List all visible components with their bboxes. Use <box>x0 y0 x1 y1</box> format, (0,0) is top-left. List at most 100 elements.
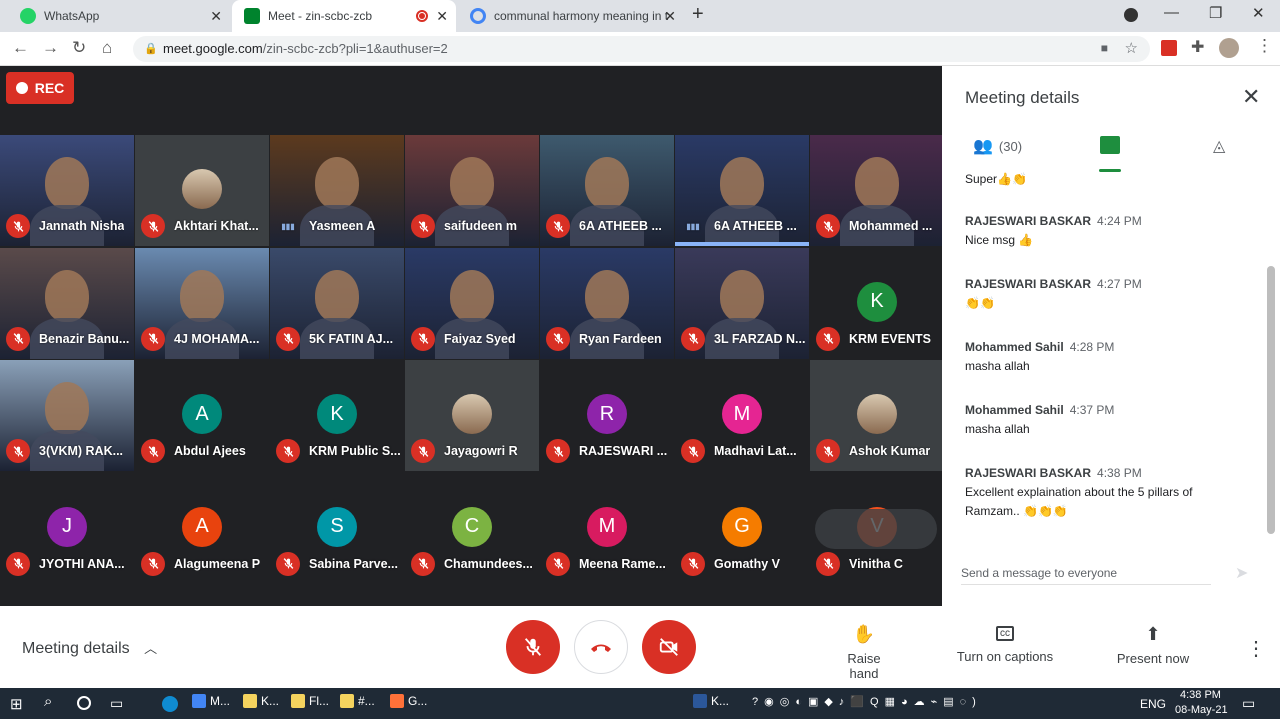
back-icon[interactable]: ← <box>12 38 29 58</box>
taskbar-app[interactable]: #... <box>340 694 375 708</box>
captions-button[interactable]: cc Turn on captions <box>955 624 1055 664</box>
send-icon[interactable]: ➤ <box>1235 563 1248 583</box>
cortana-icon[interactable] <box>77 696 91 710</box>
participant-tile[interactable]: J JYOTHI ANA... <box>0 472 134 584</box>
participant-name: JYOTHI ANA... <box>39 556 125 571</box>
close-tab-icon[interactable]: ✕ <box>436 8 448 25</box>
participant-name-row: ▮▮▮ 6A ATHEEB ... <box>681 214 805 238</box>
message-time: 4:38 PM <box>1097 466 1142 480</box>
chat-scrollbar[interactable] <box>1267 266 1275 534</box>
forward-icon[interactable]: → <box>42 38 59 58</box>
profile-avatar[interactable] <box>1219 38 1239 58</box>
extensions-icon[interactable]: ✚ <box>1191 37 1204 57</box>
more-options-icon[interactable]: ⋮ <box>1246 636 1266 661</box>
close-tab-icon[interactable]: ✕ <box>664 8 676 25</box>
participant-tile[interactable]: saifudeen m <box>405 135 539 246</box>
tab-whatsapp[interactable]: WhatsApp ✕ <box>8 0 230 32</box>
tab-chat[interactable] <box>1100 136 1120 154</box>
message-text: Nice msg 👍 <box>965 233 1034 247</box>
task-view-icon[interactable]: ▭ <box>110 695 123 712</box>
video-feed <box>45 157 89 209</box>
message-header: RAJESWARI BASKAR 4:27 PM <box>965 275 1245 294</box>
tab-activities[interactable]: ◬ <box>1213 136 1225 156</box>
muted-mic-icon <box>816 214 840 238</box>
participant-name: Chamundees... <box>444 556 533 571</box>
participant-tile[interactable]: Jannath Nisha <box>0 135 134 246</box>
pdf-extension-icon[interactable] <box>1161 40 1177 56</box>
raise-hand-label: Raise hand <box>847 651 881 681</box>
participant-tile[interactable]: Ashok Kumar <box>810 360 944 471</box>
present-button[interactable]: ⬆ Present now <box>1116 624 1190 666</box>
participant-tile[interactable]: 5K FATIN AJ... <box>270 247 404 359</box>
clock-time[interactable]: 4:38 PM <box>1180 689 1221 701</box>
taskbar-app[interactable]: K... <box>693 694 729 708</box>
rec-label: REC <box>34 80 65 96</box>
participant-tile[interactable]: ▮▮▮ Yasmeen A <box>270 135 404 246</box>
profile-menu-icon[interactable] <box>1124 8 1138 22</box>
message-text: Excellent explaination about the 5 pilla… <box>965 485 1193 518</box>
tab-google-search[interactable]: communal harmony meaning in t ✕ <box>458 0 684 32</box>
muted-mic-icon <box>816 551 840 576</box>
chat-input[interactable]: Send a message to everyone <box>961 566 1211 585</box>
participant-tile[interactable]: K KRM EVENTS <box>810 247 944 359</box>
participant-tile[interactable]: A Alagumeena P <box>135 472 269 584</box>
participant-tile[interactable]: G Gomathy V <box>675 472 809 584</box>
language-indicator[interactable]: ENG <box>1140 697 1166 711</box>
participant-tile[interactable]: M Meena Rame... <box>540 472 674 584</box>
participant-tile[interactable]: A Abdul Ajees <box>135 360 269 471</box>
camera-toggle-button[interactable] <box>642 620 696 674</box>
participant-tile[interactable]: Jayagowri R <box>405 360 539 471</box>
speaking-icon: ▮▮▮ <box>686 221 700 231</box>
participant-name-row: Ashok Kumar <box>816 439 940 463</box>
tab-meet[interactable]: Meet - zin-scbc-zcb ✕ <box>232 0 456 32</box>
participant-tile[interactable]: K KRM Public S... <box>270 360 404 471</box>
taskbar-app[interactable]: M... <box>192 694 230 708</box>
bookmark-star-icon[interactable]: ☆ <box>1125 39 1138 57</box>
participant-tile[interactable]: C Chamundees... <box>405 472 539 584</box>
close-tab-icon[interactable]: ✕ <box>210 8 222 25</box>
participant-tile[interactable]: Faiyaz Syed <box>405 247 539 359</box>
taskbar-app[interactable]: K... <box>243 694 279 708</box>
reload-icon[interactable]: ↻ <box>72 38 86 58</box>
tab-people[interactable]: 👥 (30) <box>973 136 1022 156</box>
participant-tile[interactable]: 4J MOHAMA... <box>135 247 269 359</box>
system-tray-icons[interactable]: ?◉◎◐▣◆♪⬛Q▦◕☁⌁▤◌) <box>752 695 982 708</box>
raise-hand-button[interactable]: ✋ Raise hand <box>832 624 896 681</box>
participant-tile[interactable]: ▮▮▮ 6A ATHEEB ... <box>675 135 809 246</box>
close-panel-icon[interactable]: ✕ <box>1242 84 1260 110</box>
maximize-icon[interactable]: ❐ <box>1209 4 1222 22</box>
participant-tile[interactable]: 6A ATHEEB ... <box>540 135 674 246</box>
participant-tile[interactable]: Benazir Banu... <box>0 247 134 359</box>
notification-icon[interactable]: ▭ <box>1242 695 1255 712</box>
leave-call-button[interactable] <box>574 620 628 674</box>
browser-menu-icon[interactable]: ⋮ <box>1256 36 1273 56</box>
participant-name: Meena Rame... <box>579 556 666 571</box>
windows-start-icon[interactable]: ⊞ <box>10 695 23 713</box>
close-window-icon[interactable]: ✕ <box>1252 4 1265 22</box>
minimize-icon[interactable]: — <box>1164 4 1179 21</box>
taskbar-app[interactable]: G... <box>390 694 427 708</box>
mic-toggle-button[interactable] <box>506 620 560 674</box>
url-field[interactable]: 🔒 meet.google.com/zin-scbc-zcb?pli=1&aut… <box>133 36 1150 62</box>
participant-tile[interactable]: Mohammed ... <box>810 135 944 246</box>
participant-name: Gomathy V <box>714 556 780 571</box>
muted-mic-icon <box>141 551 165 576</box>
edge-icon[interactable] <box>162 696 178 712</box>
participant-tile[interactable]: 3(VKM) RAK... <box>0 360 134 471</box>
participant-tile[interactable]: 3L FARZAD N... <box>675 247 809 359</box>
participant-tile[interactable]: R RAJESWARI ... <box>540 360 674 471</box>
message-sender: RAJESWARI BASKAR <box>965 214 1092 228</box>
new-tab-icon[interactable]: + <box>692 3 704 26</box>
taskbar-app[interactable]: Fl... <box>291 694 329 708</box>
avatar: C <box>452 506 492 547</box>
clock-date[interactable]: 08-May-21 <box>1175 704 1228 716</box>
video-grid: REC Jannath Nisha Akhtari Khat... ▮▮▮ Yasme… <box>0 66 944 606</box>
search-icon[interactable]: ⌕ <box>44 693 52 710</box>
participant-tile[interactable]: Akhtari Khat... <box>135 135 269 246</box>
participant-tile[interactable]: M Madhavi Lat... <box>675 360 809 471</box>
meeting-details-toggle[interactable]: Meeting details ︿ <box>22 638 157 658</box>
home-icon[interactable]: ⌂ <box>102 38 112 58</box>
camera-icon[interactable]: ■ <box>1101 41 1108 55</box>
participant-tile[interactable]: Ryan Fardeen <box>540 247 674 359</box>
participant-tile[interactable]: S Sabina Parve... <box>270 472 404 584</box>
